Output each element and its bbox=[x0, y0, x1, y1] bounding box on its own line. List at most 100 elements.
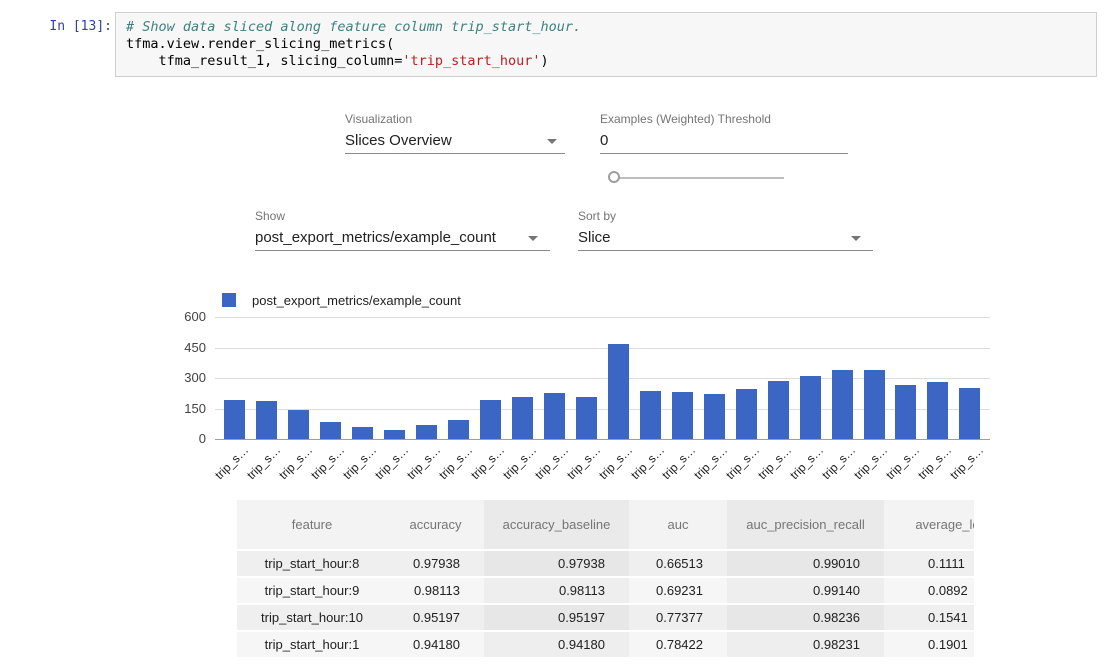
column-header-auc_precision_recall[interactable]: auc_precision_recall bbox=[727, 500, 884, 550]
chart-bar[interactable] bbox=[224, 400, 245, 439]
metric-cell: 0.1541 bbox=[884, 604, 974, 631]
table-row: trip_start_hour:100.951970.951970.773770… bbox=[237, 604, 974, 631]
dropdown-arrow-icon bbox=[851, 236, 861, 241]
x-tick: trip_s… bbox=[288, 441, 309, 475]
chart-bar[interactable] bbox=[416, 425, 437, 439]
x-tick: trip_s… bbox=[927, 441, 948, 475]
x-tick-label: trip_s… bbox=[404, 443, 443, 482]
sort-by-select[interactable]: Slice bbox=[578, 225, 873, 251]
metric-cell: 0.99010 bbox=[727, 550, 884, 577]
show-label: Show bbox=[255, 209, 285, 223]
chart-bar[interactable] bbox=[288, 410, 309, 439]
metric-cell: 0.98113 bbox=[387, 577, 484, 604]
chart-bar[interactable] bbox=[864, 370, 885, 439]
chart-bar[interactable] bbox=[608, 344, 629, 439]
slider-track bbox=[616, 177, 784, 179]
x-tick-label: trip_s… bbox=[468, 443, 507, 482]
y-axis-ticks: 0150300450600 bbox=[150, 317, 206, 439]
x-tick: trip_s… bbox=[800, 441, 821, 475]
metric-cell: 0.94180 bbox=[484, 631, 629, 658]
x-tick: trip_s… bbox=[736, 441, 757, 475]
chart-bar[interactable] bbox=[640, 391, 661, 439]
slider-knob-icon[interactable] bbox=[608, 171, 620, 183]
metric-cell: 0.77377 bbox=[629, 604, 727, 631]
chart-bar[interactable] bbox=[672, 392, 693, 439]
chart-bar[interactable] bbox=[352, 427, 373, 439]
x-tick: trip_s… bbox=[672, 441, 693, 475]
chart-bar[interactable] bbox=[384, 430, 405, 439]
metric-cell: 0.98236 bbox=[727, 604, 884, 631]
x-tick: trip_s… bbox=[384, 441, 405, 475]
x-axis-labels: trip_s… trip_s… trip_s… trip_s… trip_s… trip_… bbox=[215, 441, 990, 475]
x-tick-label: trip_s… bbox=[500, 443, 539, 482]
table-row: trip_start_hour:80.979380.979380.665130.… bbox=[237, 550, 974, 577]
column-header-feature[interactable]: feature bbox=[237, 500, 387, 550]
chart-bar[interactable] bbox=[959, 388, 980, 439]
chart-bar[interactable] bbox=[544, 393, 565, 439]
metric-cell: 0.78422 bbox=[629, 631, 727, 658]
code-line: tfma_result_1, slicing_column='trip_star… bbox=[126, 53, 1086, 70]
x-tick: trip_s… bbox=[256, 441, 277, 475]
chart-bar[interactable] bbox=[320, 422, 341, 439]
x-tick-label: trip_s… bbox=[947, 443, 986, 482]
x-tick: trip_s… bbox=[704, 441, 725, 475]
x-tick: trip_s… bbox=[448, 441, 469, 475]
visualization-select[interactable]: Slices Overview bbox=[345, 128, 565, 154]
x-tick: trip_s… bbox=[416, 441, 437, 475]
table-body: trip_start_hour:80.979380.979380.665130.… bbox=[237, 550, 974, 658]
column-header-average_loss[interactable]: average_loss bbox=[884, 500, 974, 550]
x-tick-label: trip_s… bbox=[532, 443, 571, 482]
x-tick: trip_s… bbox=[576, 441, 597, 475]
code-editor[interactable]: # Show data sliced along feature column … bbox=[115, 12, 1097, 77]
chart-bar[interactable] bbox=[448, 420, 469, 439]
chart-bar[interactable] bbox=[927, 382, 948, 439]
chart-bar[interactable] bbox=[768, 381, 789, 439]
chart-bar[interactable] bbox=[480, 400, 501, 439]
chart-bar[interactable] bbox=[736, 389, 757, 439]
x-tick-label: trip_s… bbox=[851, 443, 890, 482]
x-tick: trip_s… bbox=[832, 441, 853, 475]
bars bbox=[215, 317, 990, 439]
chart-bar[interactable] bbox=[512, 397, 533, 439]
metric-cell: 0.1901 bbox=[884, 631, 974, 658]
chart-bar[interactable] bbox=[256, 401, 277, 439]
metric-cell: 0.97938 bbox=[387, 550, 484, 577]
visualization-label: Visualization bbox=[345, 112, 412, 126]
column-header-accuracy[interactable]: accuracy bbox=[387, 500, 484, 550]
threshold-slider[interactable] bbox=[606, 170, 786, 186]
chart-bar[interactable] bbox=[832, 370, 853, 439]
metrics-table: featureaccuracyaccuracy_baselineaucauc_p… bbox=[237, 500, 974, 668]
chart-bar[interactable] bbox=[895, 385, 916, 439]
cell-prompt: In [13]: bbox=[28, 19, 112, 34]
chart-bar[interactable] bbox=[800, 376, 821, 439]
feature-cell: trip_start_hour:1 bbox=[237, 631, 387, 658]
x-tick: trip_s… bbox=[224, 441, 245, 475]
y-tick-label: 300 bbox=[184, 370, 206, 385]
sort-by-select-value: Slice bbox=[578, 229, 611, 246]
x-tick-label: trip_s… bbox=[564, 443, 603, 482]
code-line: # Show data sliced along feature column … bbox=[126, 19, 1086, 36]
x-tick-label: trip_s… bbox=[340, 443, 379, 482]
threshold-label: Examples (Weighted) Threshold bbox=[600, 112, 771, 126]
x-tick: trip_s… bbox=[640, 441, 661, 475]
column-header-accuracy_baseline[interactable]: accuracy_baseline bbox=[484, 500, 629, 550]
show-metric-select[interactable]: post_export_metrics/example_count bbox=[255, 225, 550, 251]
metric-cell: 0.99140 bbox=[727, 577, 884, 604]
page: In [13]: # Show data sliced along featur… bbox=[0, 0, 1111, 668]
x-tick: trip_s… bbox=[480, 441, 501, 475]
column-header-auc[interactable]: auc bbox=[629, 500, 727, 550]
x-tick-label: trip_s… bbox=[755, 443, 794, 482]
chart-bar[interactable] bbox=[576, 397, 597, 439]
x-tick: trip_s… bbox=[320, 441, 341, 475]
y-tick-label: 0 bbox=[199, 431, 206, 446]
chart-bar[interactable] bbox=[704, 394, 725, 439]
metric-cell: 0.69231 bbox=[629, 577, 727, 604]
metric-cell: 0.66513 bbox=[629, 550, 727, 577]
y-tick-label: 450 bbox=[184, 340, 206, 355]
table-row: trip_start_hour:90.981130.981130.692310.… bbox=[237, 577, 974, 604]
x-tick-label: trip_s… bbox=[596, 443, 635, 482]
x-tick-label: trip_s… bbox=[883, 443, 922, 482]
x-tick: trip_s… bbox=[768, 441, 789, 475]
dropdown-arrow-icon bbox=[547, 139, 557, 144]
threshold-input[interactable] bbox=[600, 128, 848, 154]
